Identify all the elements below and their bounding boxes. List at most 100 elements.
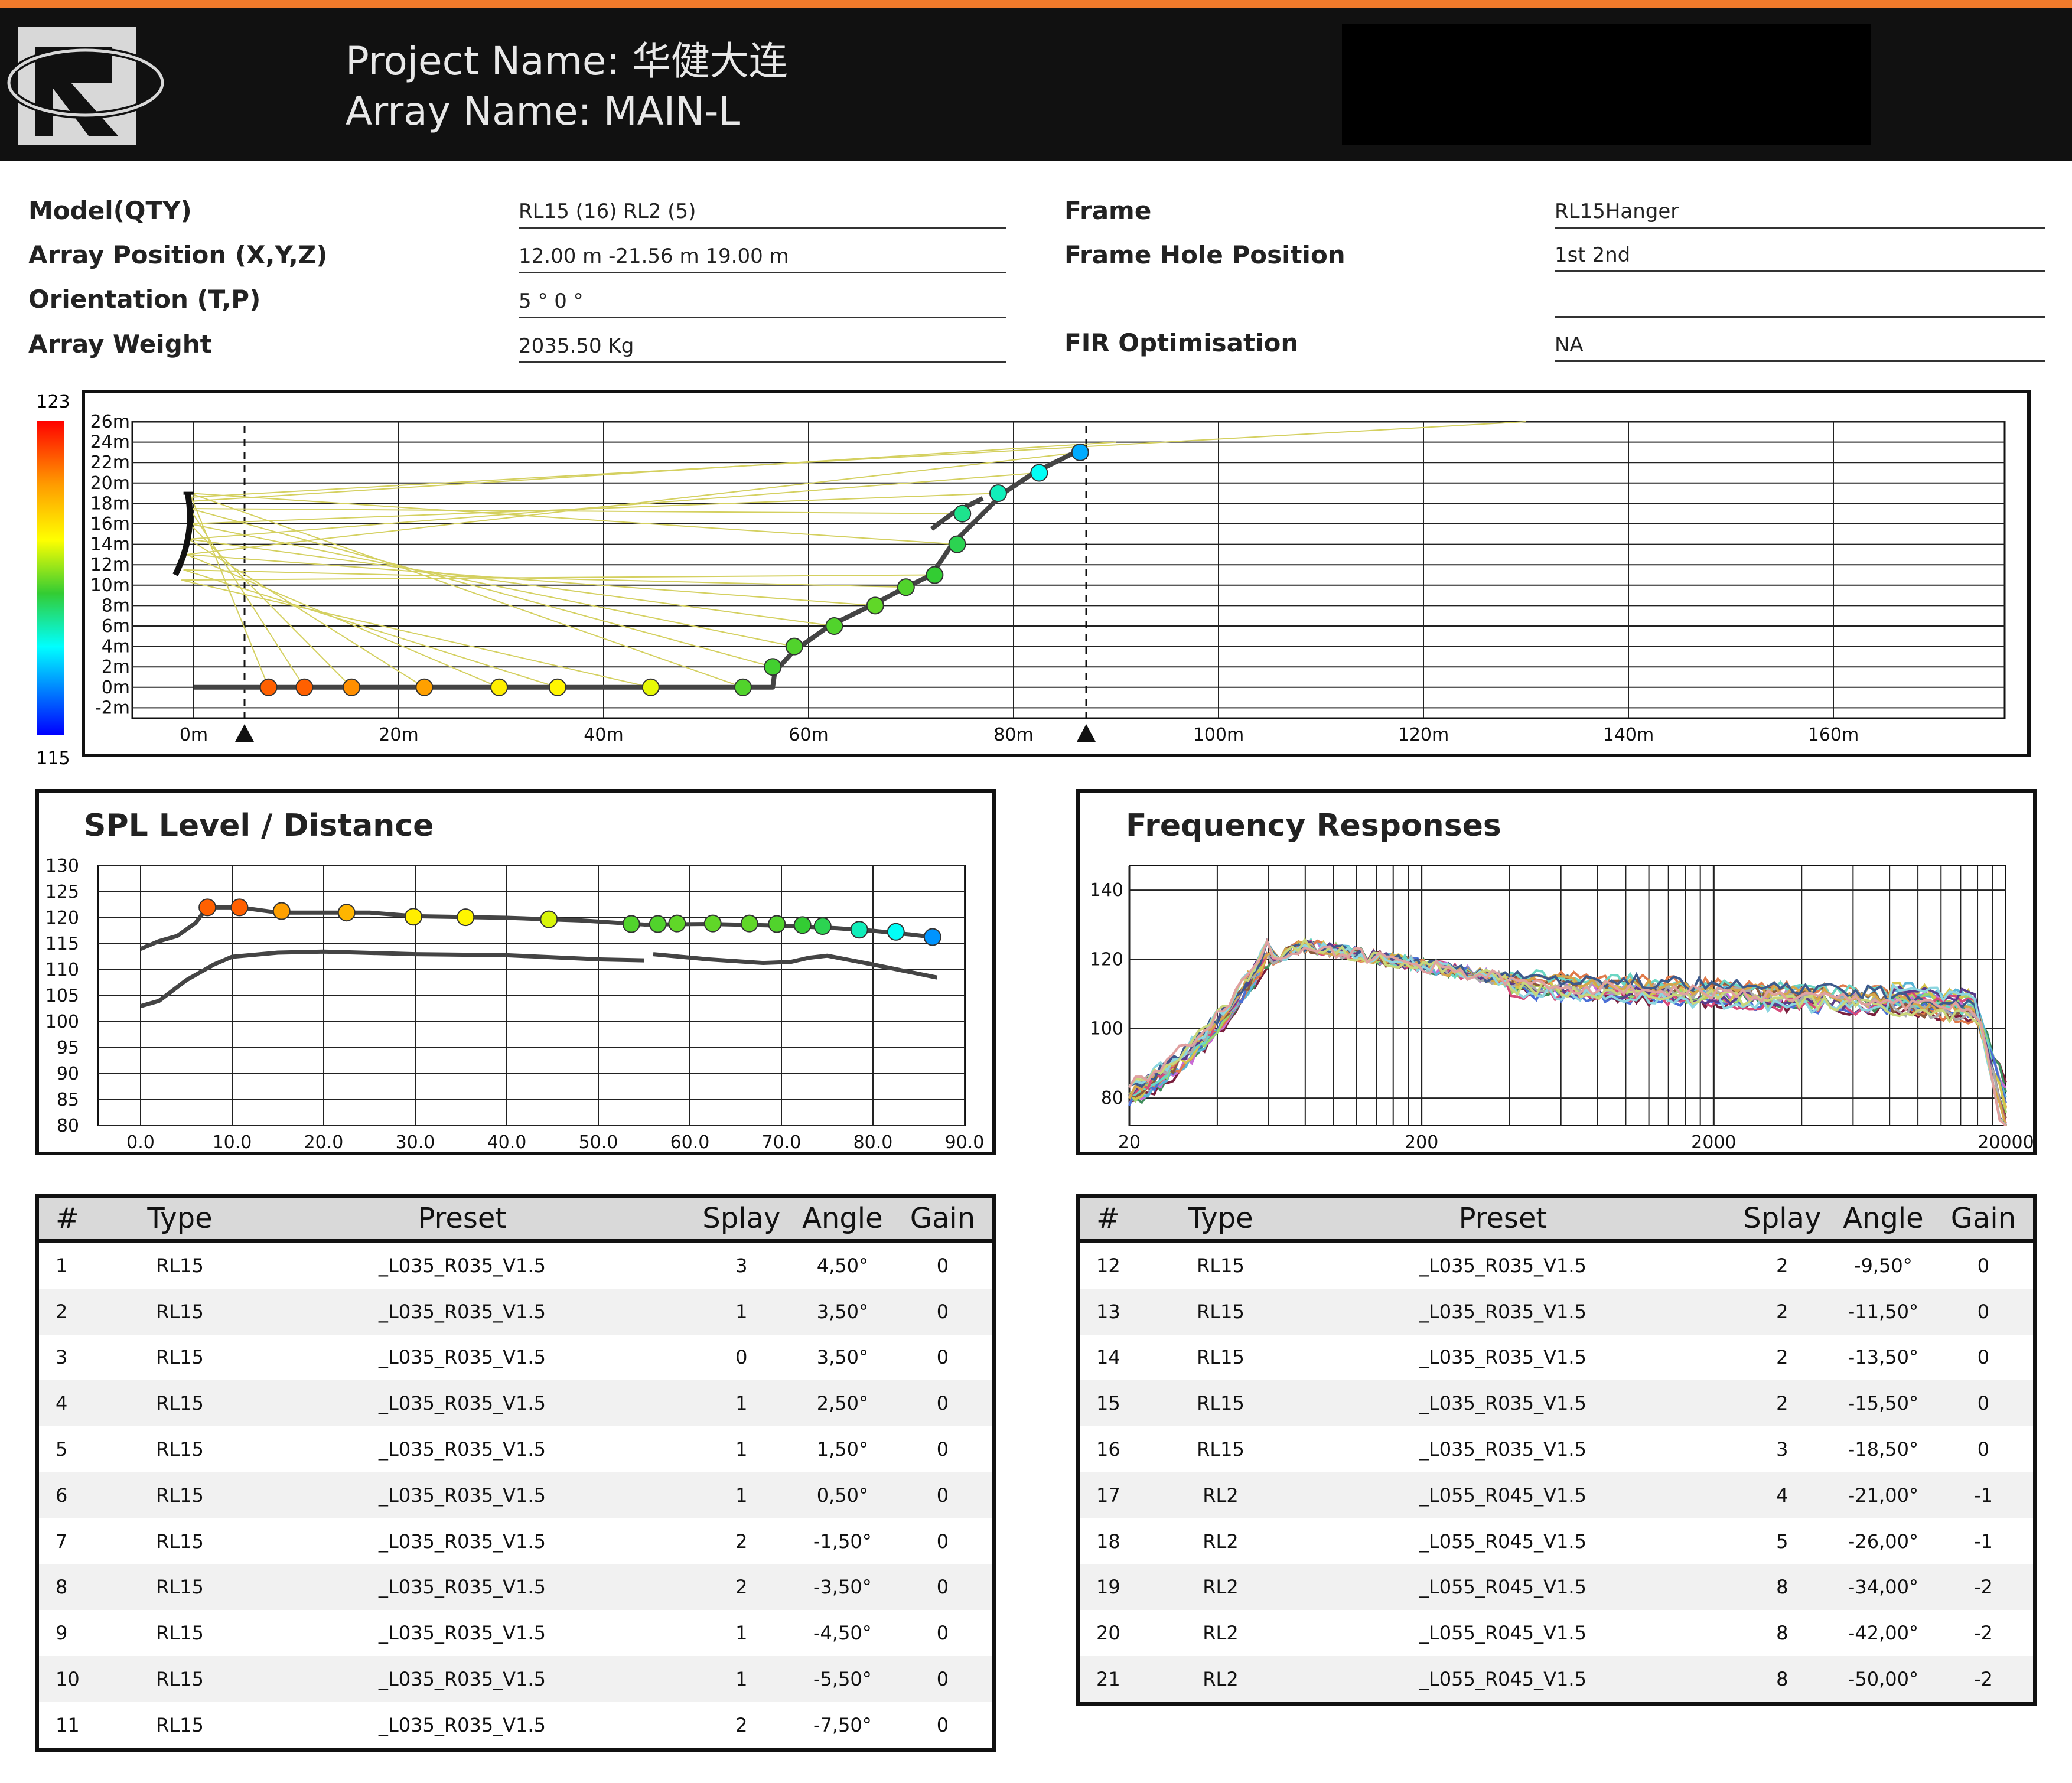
cell-number: 12 [1096, 1254, 1120, 1277]
table-header-row: # Type Preset Splay Angle Gain [1078, 1196, 2035, 1243]
spl-y-tick: 125 [45, 882, 79, 902]
speaker-table-left: # Type Preset Splay Angle Gain 1 RL15 _L03… [35, 1194, 996, 1752]
colorbar-min-label: 115 [36, 748, 70, 769]
colorbar-max-label: 123 [36, 392, 70, 412]
fir-optimisation-label: FIR Optimisation [1064, 328, 1299, 357]
cell-angle: -9,50° [1853, 1254, 1913, 1277]
orientation-value: 5 ° 0 ° [519, 287, 1006, 318]
cell-preset: _L035_R035_V1.5 [378, 1530, 546, 1553]
header-splay: Splay [1731, 1196, 1833, 1243]
table-row: 1 RL15 _L035_R035_V1.5 3 4,50° 0 [37, 1241, 994, 1289]
cell-splay: 8 [1776, 1622, 1788, 1645]
cell-angle: -21,00° [1832, 1472, 1934, 1518]
coverage-point [866, 596, 884, 615]
coverage-point [825, 617, 843, 635]
header-number: # [1078, 1196, 1167, 1243]
coverage-y-tick: 20m [90, 473, 130, 494]
cell-gain: 0 [892, 1472, 994, 1518]
spl-point [740, 914, 758, 933]
cell-gain: -2 [1974, 1622, 1993, 1645]
coverage-point [1030, 464, 1048, 482]
cell-number: 3 [56, 1346, 68, 1369]
cell-gain: 0 [892, 1656, 994, 1702]
cell-type: RL2 [1167, 1656, 1275, 1704]
coverage-point [259, 678, 278, 696]
freq-y-tick: 120 [1090, 949, 1123, 970]
cell-splay: 4 [1731, 1472, 1833, 1518]
cell-number: 14 [1096, 1346, 1120, 1369]
cell-type: RL15 [126, 1472, 234, 1518]
array-weight-value: 2035.50 Kg [519, 332, 1006, 363]
blank-field-value [1555, 286, 2045, 318]
cell-preset: _L035_R035_V1.5 [1274, 1288, 1732, 1335]
coverage-point [641, 678, 660, 696]
cell-gain: 0 [1933, 1288, 2035, 1335]
cell-preset: _L035_R035_V1.5 [378, 1622, 546, 1645]
cell-angle: 2,50° [791, 1380, 893, 1427]
table-row: 21 RL2 _L055_R045_V1.5 8 -50,00° -2 [1078, 1656, 2035, 1704]
table-row: 10 RL15 _L035_R035_V1.5 1 -5,50° 0 [37, 1656, 994, 1702]
spl-point [703, 914, 722, 933]
cell-preset: _L035_R035_V1.5 [378, 1713, 546, 1736]
freq-y-tick: 140 [1090, 880, 1123, 901]
array-name: MAIN-L [603, 89, 741, 134]
cell-number: 9 [56, 1622, 68, 1645]
header-preset: Preset [233, 1196, 691, 1243]
cell-angle: 3,50° [791, 1288, 893, 1335]
spl-point [923, 928, 941, 946]
coverage-x-tick: 80m [993, 725, 1033, 745]
header-type: Type [126, 1196, 234, 1243]
freq-x-tick: 200 [1405, 1132, 1438, 1152]
table-row: 9 RL15 _L035_R035_V1.5 1 -4,50° 0 [37, 1610, 994, 1656]
cell-splay: 8 [1731, 1564, 1833, 1611]
header-splay: Splay [690, 1196, 792, 1243]
table-row: 18 RL2 _L055_R045_V1.5 5 -26,00° -1 [1078, 1518, 2035, 1564]
table-row: 5 RL15 _L035_R035_V1.5 1 1,50° 0 [37, 1426, 994, 1472]
cell-angle: 4,50° [816, 1254, 868, 1277]
cell-number: 5 [56, 1438, 68, 1461]
cell-splay: 1 [735, 1622, 748, 1645]
accent-bar [0, 0, 2072, 8]
spl-point [457, 908, 475, 927]
cell-preset: _L035_R035_V1.5 [378, 1346, 546, 1369]
spl-point [540, 910, 558, 928]
table-row: 14 RL15 _L035_R035_V1.5 2 -13,50° 0 [1078, 1335, 2035, 1381]
cell-splay: 3 [1776, 1438, 1788, 1461]
cell-splay: 0 [735, 1346, 748, 1369]
spl-point [668, 914, 686, 933]
project-label: Project Name: [346, 38, 620, 84]
spl-point [622, 915, 640, 933]
table-row: 13 RL15 _L035_R035_V1.5 2 -11,50° 0 [1078, 1288, 2035, 1335]
cell-angle: -5,50° [791, 1656, 893, 1702]
header-gain: Gain [892, 1196, 994, 1243]
coverage-y-tick: 22m [90, 452, 130, 473]
cell-type: RL15 [126, 1656, 234, 1702]
cell-type: RL15 [126, 1288, 234, 1335]
header-type: Type [1167, 1196, 1275, 1243]
cell-preset: _L035_R035_V1.5 [233, 1564, 691, 1611]
coverage-y-tick: 26m [90, 412, 130, 432]
cell-number: 17 [1078, 1472, 1167, 1518]
coverage-point [295, 678, 314, 696]
cell-preset: _L035_R035_V1.5 [1419, 1346, 1586, 1369]
freq-x-tick: 20000 [1977, 1132, 2033, 1152]
freq-x-tick: 20 [1118, 1132, 1141, 1152]
coverage-y-tick: 8m [102, 595, 130, 616]
table-header-row: # Type Preset Splay Angle Gain [37, 1196, 994, 1243]
cell-type: RL15 [156, 1438, 204, 1461]
cell-preset: _L035_R035_V1.5 [233, 1656, 691, 1702]
coverage-y-tick: 12m [90, 555, 130, 575]
coverage-point [734, 678, 752, 696]
cell-preset: _L035_R035_V1.5 [1419, 1438, 1586, 1461]
cell-type: RL15 [1167, 1288, 1275, 1335]
spl-y-tick: 110 [45, 960, 79, 980]
cell-type: RL15 [126, 1380, 234, 1427]
cell-angle: -34,00° [1832, 1564, 1934, 1611]
header-angle: Angle [1832, 1196, 1934, 1243]
cell-type: RL15 [156, 1713, 204, 1736]
cell-gain: 0 [892, 1380, 994, 1427]
coverage-point [548, 678, 566, 696]
coverage-point [926, 566, 944, 584]
cell-splay: 1 [690, 1656, 792, 1702]
table-row: 6 RL15 _L035_R035_V1.5 1 0,50° 0 [37, 1472, 994, 1518]
